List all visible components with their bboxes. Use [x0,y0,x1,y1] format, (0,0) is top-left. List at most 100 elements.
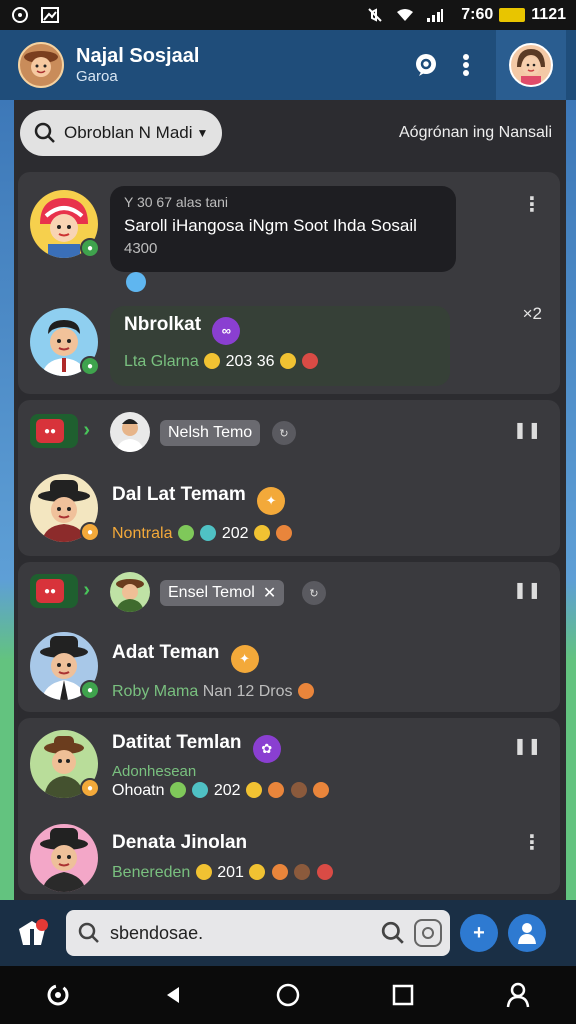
more-vertical-icon[interactable]: ⋮ [522,830,542,855]
status-badge-icon: ● [80,778,100,798]
star-badge-icon: ✦ [257,487,286,515]
conversation-card-3[interactable]: ●● › Ensel Temol ✕ ↻ ❚❚ ● Adat Teman ✦ R… [18,562,560,712]
contact-name: Dal Lat Temam [112,484,246,505]
online-badge-icon: ● [80,238,100,258]
filter-dropdown[interactable]: Obroblan N Madi ▼ [20,110,223,156]
conversation-card-2[interactable]: ●● › Nelsh Temo ↻ ❚❚ ● Dal Lat Temam ✦ N… [18,400,560,556]
mute-icon [365,6,385,24]
laugh-emoji-icon [177,525,194,541]
star-emoji-icon [254,525,270,541]
filter-dropdown-label: Obroblan N Madi [64,123,193,142]
notification-dot-icon [36,919,48,931]
user-icon [507,982,530,1008]
search-input[interactable] [110,922,378,944]
search-field[interactable] [66,910,450,956]
app-logo-avatar[interactable] [18,42,64,88]
heart-emoji-icon [302,352,319,369]
filter-right-label[interactable]: Aógrónan ing Nansali [399,124,552,142]
message-meta: Y 30 67 alas tani [124,194,229,210]
conversation-card-4[interactable]: ● Datitat Temlan ✿ Adonhesean Ohoatn 202… [18,718,560,894]
contact-avatar-2[interactable]: ● [30,308,100,376]
message-bubble[interactable]: Y 30 67 alas tani Saroll iHangosa iNgm S… [110,186,456,272]
chevron-down-icon: ▼ [196,126,209,140]
notifications-button[interactable] [12,913,52,953]
app-header: Najal Sosjaal Garoa [0,30,576,100]
face-emoji-icon [316,864,333,880]
group-chip[interactable]: Nelsh Temo [160,420,261,446]
pause-icon[interactable]: ❚❚ [513,580,542,600]
sparkle-emoji-icon [192,782,209,798]
assistant-icon [47,984,69,1006]
group-chip-label: Ensel Temol [168,584,255,601]
group-tag[interactable]: ●● › [30,574,90,608]
status-badge-icon: ● [80,522,100,542]
home-icon [276,983,300,1007]
recents-button[interactable] [383,975,423,1015]
contact-avatar-6[interactable] [30,824,98,892]
home-button[interactable] [268,975,308,1015]
image-notification-icon [40,6,60,24]
camera-icon[interactable] [414,919,442,947]
face-emoji-icon [271,864,288,880]
reply-count-badge: ×2 [522,304,542,323]
group-member-avatar[interactable] [110,412,150,452]
pause-icon[interactable]: ❚❚ [513,736,542,756]
group-icon: ●● [36,419,64,443]
reply-bubble[interactable]: Nbrolkat ∞ Lta Glarna 203 36 [110,306,450,386]
refresh-icon[interactable]: ↻ [302,581,326,605]
back-icon [166,987,179,1003]
more-vertical-icon[interactable]: ⋮ [522,192,542,217]
contact-avatar-3[interactable]: ● [30,474,100,542]
message-text: Saroll iHangosa iNgm Soot Ihda Sosail [124,216,417,235]
group-member-avatar[interactable] [110,572,150,612]
contact-avatar-5[interactable]: ● [30,730,100,798]
more-options-button[interactable] [446,45,486,85]
smile-emoji-icon [204,352,221,369]
profile-nav-button[interactable] [498,975,538,1015]
app-title: Najal Sosjaal [76,45,200,67]
reply-subtitle: Lta Glarna [124,352,199,370]
face-emoji-icon [268,782,285,798]
contact-avatar-1[interactable]: ● [30,190,100,258]
facebook-share-button[interactable]: + [460,914,498,952]
refresh-icon[interactable]: ↻ [272,421,296,445]
bottom-compose-bar: + [0,900,576,966]
person-icon [518,923,536,944]
filter-row: Obroblan N Madi ▼ Aógrónan ing Nansali [14,100,566,166]
close-icon[interactable]: ✕ [263,583,276,603]
contact-name: Adat Teman [112,642,220,663]
plus-icon: + [473,921,485,944]
search-submit-icon[interactable] [378,918,408,948]
status-bar: 7:60 1121 [0,0,576,30]
assistant-button[interactable] [38,975,78,1015]
laugh-emoji-icon [169,782,186,798]
profile-button[interactable] [496,30,566,100]
chat-search-button[interactable] [406,45,446,85]
signal-icon [425,6,445,24]
face-emoji-icon [294,864,311,880]
contact-count: 202 [213,782,241,799]
feed-panel: Obroblan N Madi ▼ Aógrónan ing Nansali ●… [14,100,566,900]
back-button[interactable] [153,975,193,1015]
contact-subtitle: Benereden [112,864,191,881]
star-emoji-icon [249,864,266,880]
group-chip[interactable]: Ensel Temol ✕ [160,580,285,606]
conversation-card-1[interactable]: ● Y 30 67 alas tani Saroll iHangosa iNgm… [18,172,560,394]
face-emoji-icon [297,683,314,699]
verified-badge-icon: ✿ [252,735,281,763]
contact-subtitle: Roby Mama [112,683,199,700]
pause-icon[interactable]: ❚❚ [513,420,542,440]
battery-icon [499,8,526,22]
contact-subtitle: Nontrala [112,525,173,542]
reply-name: Nbrolkat [124,314,202,335]
contact-avatar-4[interactable]: ● [30,632,100,700]
group-icon: ●● [36,579,64,603]
sparkle-emoji-icon [200,525,217,541]
online-badge-icon: ● [80,356,100,376]
contact-name: Datitat Temlan [112,732,242,753]
group-tag[interactable]: ●● › [30,414,90,448]
more-icon [463,54,469,76]
reply-counts: 203 36 [225,352,275,370]
account-button[interactable] [508,914,546,952]
contact-count: 202 [221,525,249,542]
